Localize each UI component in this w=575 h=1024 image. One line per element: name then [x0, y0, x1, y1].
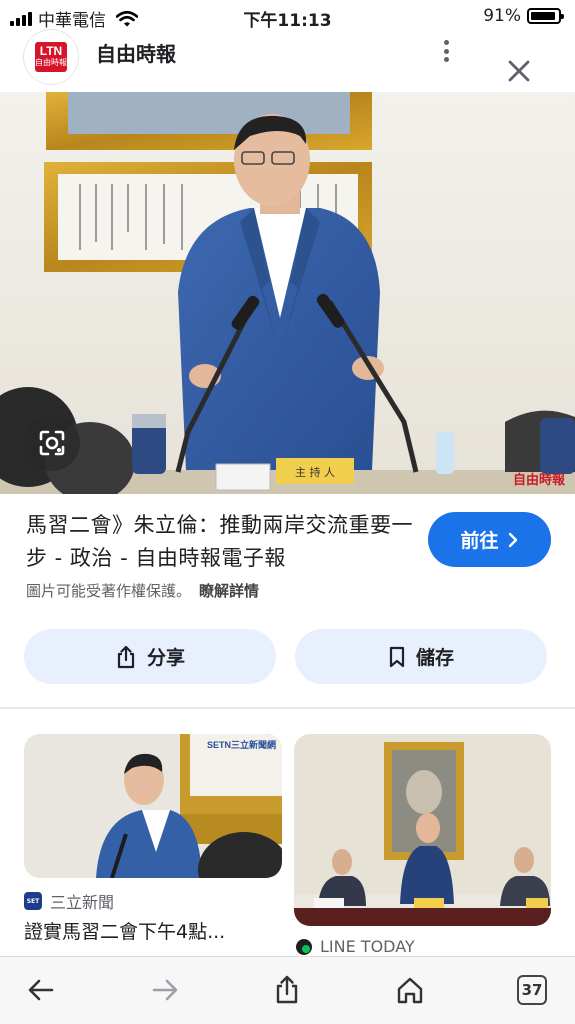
arrow-right-icon: [152, 979, 178, 1001]
chevron-right-icon: [508, 532, 517, 547]
back-button[interactable]: [24, 973, 58, 1007]
related-source-1: SET 三立新聞: [24, 889, 114, 913]
source-name[interactable]: 自由時報: [96, 38, 176, 67]
home-icon: [397, 977, 423, 1004]
source-header: LTN 自由時報 自由時報: [0, 28, 575, 90]
related-source-1-label: 三立新聞: [50, 893, 115, 912]
copyright-text: 圖片可能受著作權保護。: [26, 582, 192, 600]
copyright-notice: 圖片可能受著作權保護。 瞭解詳情: [26, 580, 259, 601]
status-bar: 中華電信 下午11:13 91%: [0, 0, 575, 31]
arrow-left-icon: [28, 979, 54, 1001]
toolbar-share-button[interactable]: [270, 973, 304, 1007]
home-button[interactable]: [393, 973, 427, 1007]
bookmark-icon: [389, 646, 405, 667]
setn-logo: SET: [24, 892, 42, 910]
nameplate-text: 主 持 人: [295, 465, 335, 479]
battery-icon: [527, 8, 564, 24]
google-lens-button[interactable]: [24, 415, 80, 471]
forward-button[interactable]: [148, 973, 182, 1007]
line-today-logo: [296, 938, 312, 955]
ltn-logo[interactable]: LTN 自由時報: [24, 30, 78, 84]
visit-label: 前往: [460, 530, 499, 552]
hero-image[interactable]: 主 持 人 自由時報: [0, 92, 575, 494]
lens-icon: [39, 430, 65, 456]
image-watermark: 自由時報: [513, 472, 566, 488]
related-image-2[interactable]: [294, 734, 551, 926]
related-source-2-label: LINE TODAY: [320, 937, 415, 956]
battery-percent: 91%: [483, 6, 521, 26]
visit-button[interactable]: 前往: [428, 512, 551, 567]
save-button[interactable]: 儲存: [295, 629, 547, 684]
related-image-1[interactable]: SETN三立新聞網: [24, 734, 282, 878]
bottom-toolbar: 37: [0, 956, 575, 1024]
section-divider: [0, 707, 575, 709]
share-icon: [276, 975, 298, 1004]
share-icon: [117, 645, 135, 668]
more-options-icon[interactable]: [438, 36, 454, 66]
share-button[interactable]: 分享: [24, 629, 276, 684]
tabs-button[interactable]: 37: [515, 973, 549, 1007]
save-label: 儲存: [415, 647, 454, 669]
close-icon[interactable]: [504, 56, 534, 86]
related-source-2: LINE TODAY: [296, 937, 415, 956]
tab-count: 37: [517, 975, 547, 1005]
related-image-1-watermark: SETN三立新聞網: [207, 739, 276, 750]
learn-more-link[interactable]: 瞭解詳情: [199, 582, 259, 600]
result-title[interactable]: 馬習二會》朱立倫：推動兩岸交流重要一步 - 政治 - 自由時報電子報: [26, 509, 426, 575]
share-label: 分享: [146, 647, 185, 669]
related-title-1[interactable]: 證實馬習二會下午4點...: [24, 917, 282, 944]
